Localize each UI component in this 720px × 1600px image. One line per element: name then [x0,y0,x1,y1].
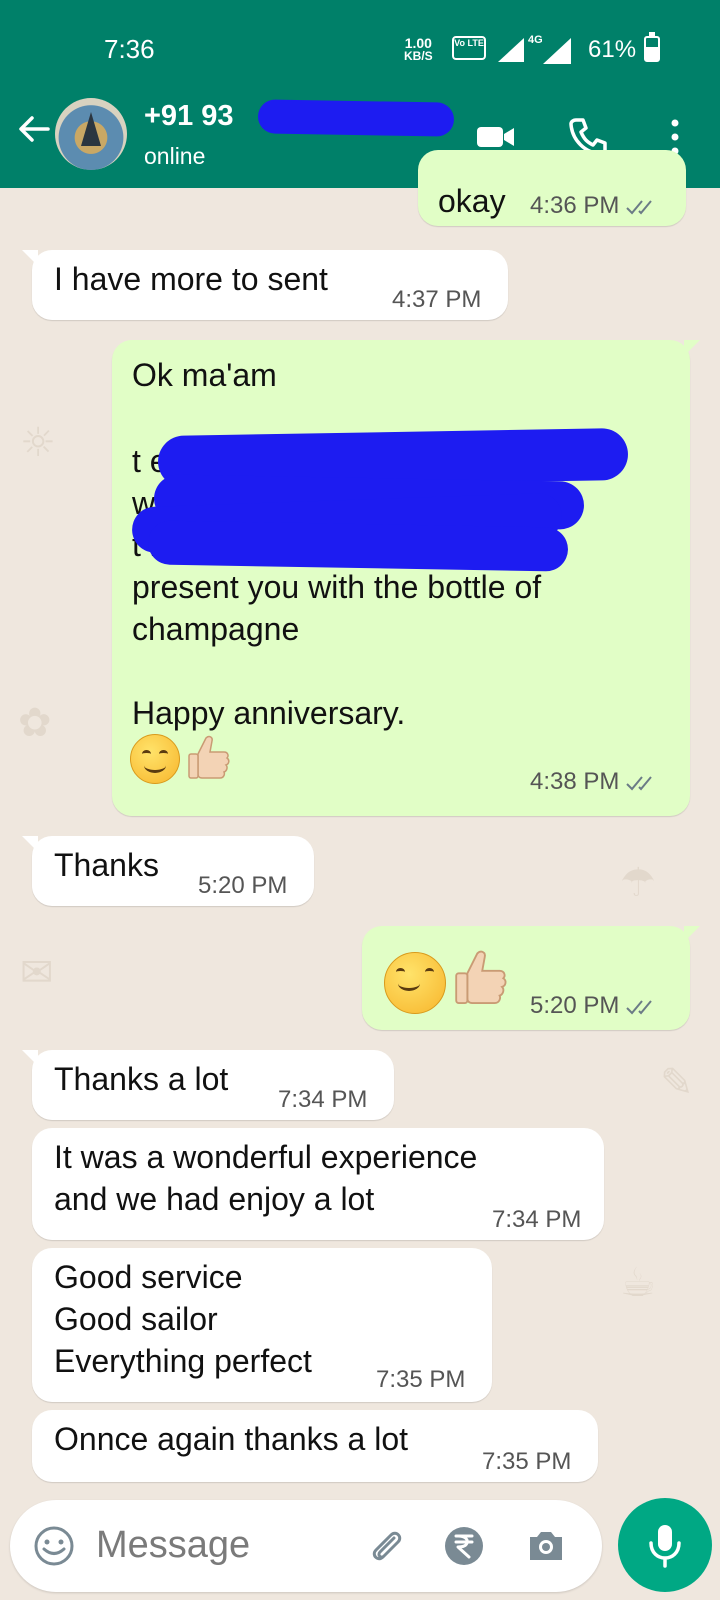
battery-percent: 61% [588,36,637,63]
status-bar: 7:36 1.00 KB/S Vo LTE 4G 61% [0,0,720,95]
message-time: 5:20 PM [198,872,288,899]
message-text: okay [438,183,506,219]
bubble-tail [22,250,38,266]
message-text: Thanks [54,847,159,883]
message-time: 5:20 PM [530,992,659,1020]
message-text: Onnce again thanks a lot [54,1421,409,1457]
thumbs-up-emoji [455,950,507,1004]
camera-icon[interactable] [524,1524,568,1568]
volte-icon: Vo LTE [452,36,486,60]
network-speed-unit: KB/S [404,49,433,63]
message-bubble-outgoing[interactable]: okay 4:36 PM [418,150,686,226]
message-bubble-incoming[interactable]: Onnce again thanks a lot 7:35 PM [32,1410,598,1482]
bubble-tail [22,1050,38,1066]
contact-name[interactable]: +91 93 [144,100,234,133]
thumbs-up-emoji [188,735,230,779]
message-input[interactable]: Message [96,1524,250,1567]
message-text: Good service Good sailor Everything perf… [54,1259,312,1379]
network-type: 4G [528,34,543,46]
emoji-icon[interactable] [32,1524,76,1568]
message-text: Thanks a lot [54,1061,229,1097]
message-bubble-incoming[interactable]: Thanks a lot 7:34 PM [22,1050,394,1120]
message-time: 4:38 PM [530,768,659,796]
voice-message-button[interactable] [618,1498,712,1592]
avatar[interactable] [55,98,127,170]
message-time: 4:37 PM [392,286,482,313]
wallpaper-doodle: ✎ [660,1060,694,1106]
message-text: Ok ma'am [132,357,277,393]
message-time: 7:35 PM [376,1366,466,1393]
network-speed: 1.00 KB/S [404,36,433,62]
status-time: 7:36 [104,34,155,64]
wallpaper-doodle: ☕ [620,1260,656,1306]
bubble-tail [22,836,38,852]
battery-level [646,46,658,60]
wallpaper-doodle: ✉ [20,950,54,996]
message-text: present you with the bottle of champagne… [132,569,542,731]
message-bubble-outgoing[interactable]: Ok ma'am t e w nt t ll present you with … [112,340,700,816]
signal-icon [543,38,571,64]
payment-rupee-icon[interactable] [442,1524,486,1568]
message-text: I have more to sent [54,261,328,297]
double-check-icon [626,1000,653,1015]
avatar-image [81,112,101,146]
message-time: 4:36 PM [530,192,659,220]
message-bubble-incoming[interactable]: Thanks 5:20 PM [22,836,314,906]
bubble-tail [684,340,700,356]
redaction-mark [147,520,569,572]
wallpaper-doodle: ☼ [20,420,56,466]
wallpaper-doodle: ☂ [620,860,656,906]
message-text: It was a wonderful experience and we had… [54,1139,478,1217]
message-bubble-incoming[interactable]: Good service Good sailor Everything perf… [32,1248,492,1402]
double-check-icon [626,200,653,215]
smiling-face-emoji [384,952,446,1014]
contact-status: online [144,143,206,169]
attachment-icon[interactable] [364,1524,408,1568]
double-check-icon [626,776,653,791]
message-time: 7:35 PM [482,1448,572,1475]
message-bubble-incoming[interactable]: I have more to sent 4:37 PM [22,250,508,320]
bubble-tail [684,926,700,942]
message-time: 7:34 PM [492,1206,582,1233]
message-bubble-outgoing[interactable]: 5:20 PM [362,926,700,1030]
message-time: 7:34 PM [278,1086,368,1113]
network-speed-value: 1.00 [404,35,432,51]
wallpaper-doodle: ✿ [18,700,52,746]
back-arrow-icon[interactable] [14,109,54,149]
redaction-mark [257,99,455,137]
message-composer: Message [10,1500,602,1592]
microphone-icon [649,1525,681,1568]
battery-icon [644,32,660,62]
signal-icon [498,38,524,62]
smiling-face-emoji [130,734,180,784]
message-bubble-incoming[interactable]: It was a wonderful experience and we had… [32,1128,604,1240]
